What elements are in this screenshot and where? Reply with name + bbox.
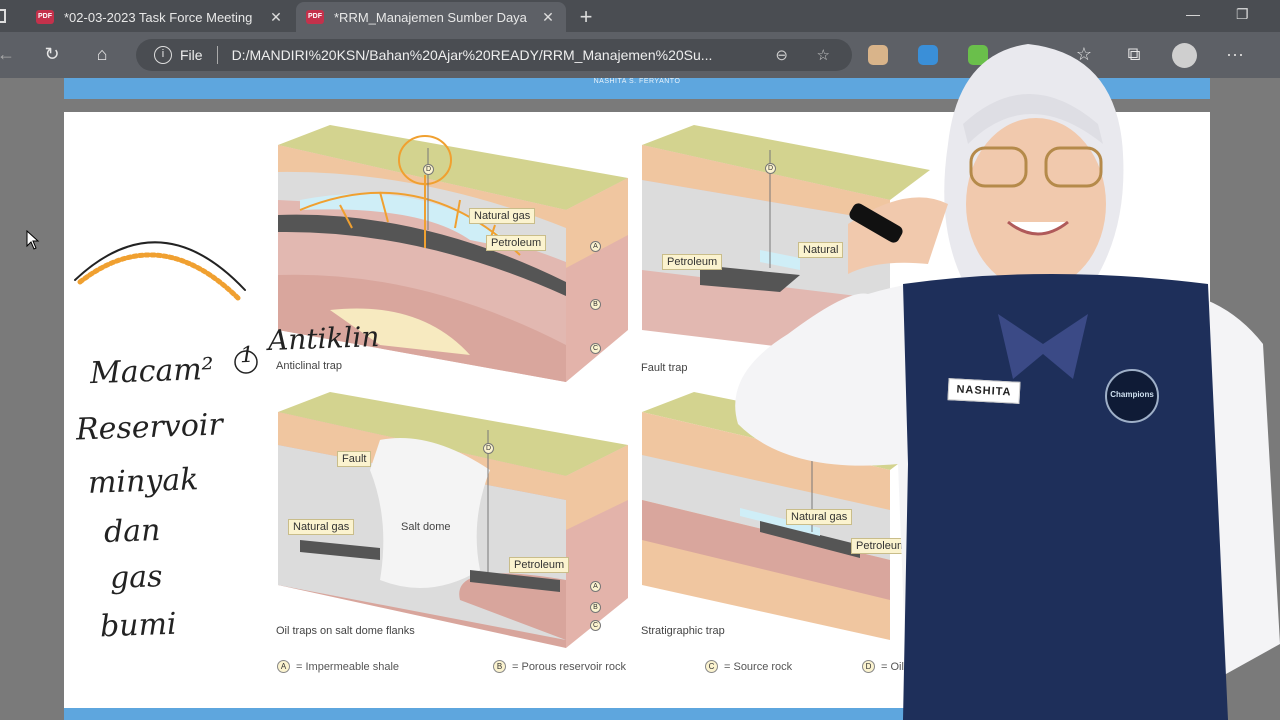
handwritten-line: Macam² [89, 351, 215, 392]
layer-mark-a: A [590, 581, 601, 592]
legend-label: = Impermeable shale [296, 660, 400, 673]
layer-mark-c: C [590, 343, 601, 354]
layer-mark-d: D [483, 443, 494, 454]
caption-anticlinal: Anticlinal trap [276, 360, 343, 372]
caption-salt-dome: Oil traps on salt dome flanks [276, 625, 415, 637]
callout-petroleum: Petroleum [662, 254, 723, 270]
handwritten-line: Reservoir [75, 407, 224, 448]
callout-fault: Fault [337, 451, 372, 467]
legend-mark: B [493, 660, 506, 673]
callout-petroleum: Petroleum [509, 557, 570, 573]
handwritten-line: dan [103, 513, 162, 550]
legend-mark: C [705, 660, 718, 673]
layer-mark-a: A [590, 241, 601, 252]
handwritten-line: minyak [87, 462, 199, 501]
layer-mark-b: B [590, 602, 601, 613]
champions-badge: Champions [1110, 390, 1154, 399]
mouse-cursor-icon [26, 230, 40, 250]
callout-natural-gas: Natural gas [288, 519, 355, 535]
handwritten-anticline: Antiklin [267, 320, 380, 357]
layer-mark-b: B [590, 299, 601, 310]
callout-natural-gas: Natural gas [469, 208, 536, 224]
handwritten-number: 1 [239, 342, 255, 369]
name-tag: NASHITA [947, 378, 1021, 404]
legend-item-a: A = Impermeable shale [277, 660, 399, 673]
callout-petroleum: Petroleum [486, 235, 547, 251]
handwritten-line: gas [109, 559, 164, 596]
handwritten-line: bumi [99, 606, 178, 645]
legend-item-b: B = Porous reservoir rock [493, 660, 626, 673]
legend-mark: A [277, 660, 290, 673]
layer-mark-c: C [590, 620, 601, 631]
label-salt-dome: Salt dome [401, 521, 451, 533]
caption-stratigraphic: Stratigraphic trap [641, 625, 725, 637]
caption-fault: Fault trap [641, 362, 688, 374]
legend-label: = Porous reservoir rock [512, 660, 627, 673]
layer-mark-d: D [423, 164, 434, 175]
